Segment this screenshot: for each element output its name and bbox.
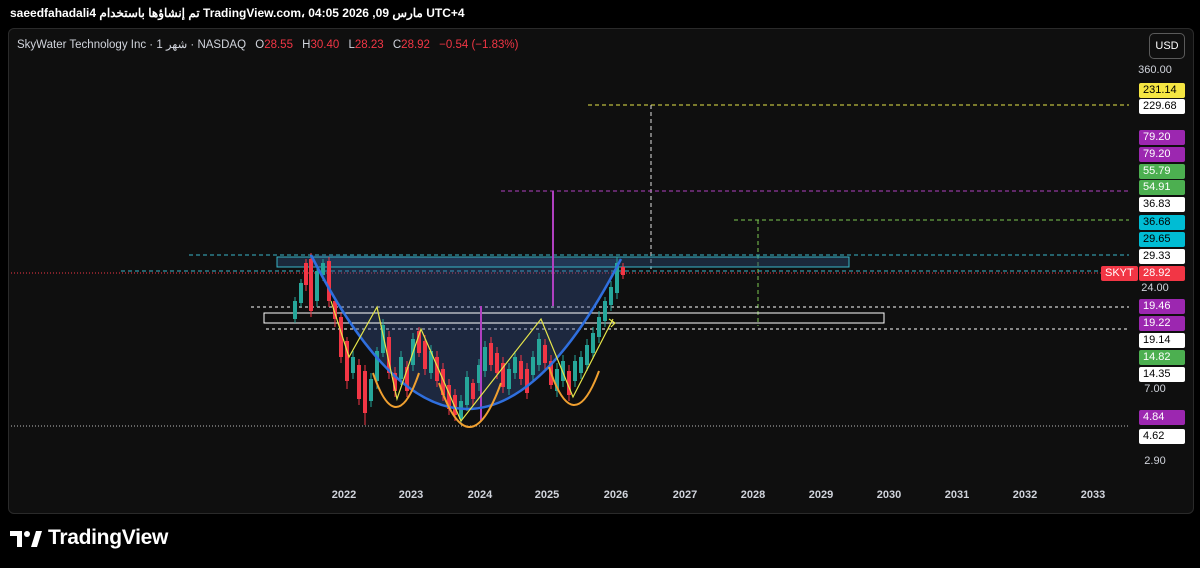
candle-body bbox=[465, 377, 469, 405]
time-axis-tick: 2027 bbox=[673, 489, 697, 501]
time-axis-tick: 2024 bbox=[468, 489, 493, 501]
candle-body bbox=[609, 287, 613, 305]
price-axis-tick: 7.00 bbox=[1144, 383, 1165, 395]
chart-canvas[interactable]: 2022 2023 2024 2025 2026 2027 2028 2029 2030 2031… bbox=[9, 29, 1193, 513]
candle-body bbox=[579, 357, 583, 373]
price-axis-label: 36.68 bbox=[1139, 215, 1185, 230]
price-axis-label: 54.91 bbox=[1139, 180, 1185, 195]
candle-body bbox=[525, 369, 529, 393]
price-axis-label: 4.84 bbox=[1139, 410, 1185, 425]
price-axis-label: 4.62 bbox=[1139, 429, 1185, 444]
open-value: 28.55 bbox=[264, 39, 293, 51]
price-axis-label: 19.22 bbox=[1139, 316, 1185, 331]
candle-body bbox=[299, 283, 303, 303]
ticker-tag: SKYT bbox=[1101, 266, 1138, 281]
symbol-title[interactable]: SkyWater Technology Inc · 1 شهر · NASDAQ bbox=[17, 39, 246, 51]
candle-body bbox=[543, 345, 547, 363]
candle-body bbox=[423, 341, 427, 369]
time-axis-tick: 2028 bbox=[741, 489, 765, 501]
time-axis-tick: 2032 bbox=[1013, 489, 1037, 501]
candle-body bbox=[309, 259, 313, 311]
time-axis-tick: 2022 bbox=[332, 489, 356, 501]
close-value: 28.92 bbox=[401, 39, 430, 51]
candle-body bbox=[561, 361, 565, 381]
resistance-zone bbox=[276, 256, 850, 268]
candle-body bbox=[369, 379, 373, 401]
candle-body bbox=[573, 361, 577, 381]
price-axis-label: 29.33 bbox=[1139, 249, 1185, 264]
candle-body bbox=[357, 365, 361, 399]
candle-body bbox=[399, 357, 403, 379]
price-axis-label: 14.35 bbox=[1139, 367, 1185, 382]
currency-button[interactable]: USD bbox=[1149, 33, 1185, 59]
candle-body bbox=[621, 267, 625, 275]
price-axis-tick: 2.90 bbox=[1144, 455, 1165, 467]
price-axis-label: 79.20 bbox=[1139, 130, 1185, 145]
candle-body bbox=[489, 343, 493, 365]
candle-body bbox=[597, 317, 601, 337]
price-axis-tick: 360.00 bbox=[1138, 64, 1172, 76]
time-axis-tick: 2031 bbox=[945, 489, 969, 501]
candle-body bbox=[293, 301, 297, 319]
candle-body bbox=[495, 353, 499, 373]
price-axis-label: 29.65 bbox=[1139, 232, 1185, 247]
candle-body bbox=[471, 383, 475, 399]
time-axis-tick: 2025 bbox=[535, 489, 559, 501]
tradingview-logo-icon bbox=[10, 531, 42, 547]
price-axis-label: 231.14 bbox=[1139, 83, 1185, 98]
price-axis-label: 14.82 bbox=[1139, 350, 1185, 365]
candle-body bbox=[513, 357, 517, 373]
candle-body bbox=[483, 347, 487, 371]
time-axis-tick: 2030 bbox=[877, 489, 901, 501]
close-label: C bbox=[392, 39, 402, 51]
brand-wordmark: TradingView bbox=[48, 526, 169, 549]
chart-panel[interactable]: 2022 2023 2024 2025 2026 2027 2028 2029 2030 2031… bbox=[8, 28, 1194, 514]
candle-body bbox=[507, 369, 511, 389]
open-label: O bbox=[255, 39, 265, 51]
price-axis-label: 229.68 bbox=[1139, 99, 1185, 114]
candle-body bbox=[603, 301, 607, 321]
candle-body bbox=[315, 271, 319, 301]
price-axis-label: 79.20 bbox=[1139, 147, 1185, 162]
change-value: −0.54 (−1.83%) bbox=[439, 39, 519, 51]
candle-body bbox=[537, 339, 541, 365]
snapshot-caption: saeedfahadali4 تم إنشاؤها باستخدام Tradi… bbox=[10, 6, 465, 20]
price-axis-label: 36.83 bbox=[1139, 197, 1185, 212]
candle-body bbox=[585, 345, 589, 365]
low-value: 28.23 bbox=[354, 39, 384, 51]
high-value: 30.40 bbox=[310, 39, 340, 51]
candle-body bbox=[327, 261, 331, 301]
candle-body bbox=[591, 333, 595, 353]
time-axis-tick: 2033 bbox=[1081, 489, 1105, 501]
candle-body bbox=[304, 263, 308, 285]
price-axis-label: 19.46 bbox=[1139, 299, 1185, 314]
time-axis-tick: 2026 bbox=[604, 489, 628, 501]
candle-body bbox=[531, 357, 535, 375]
time-axis-tick: 2023 bbox=[399, 489, 423, 501]
price-axis-label: 28.92 bbox=[1139, 266, 1185, 281]
top-bar: saeedfahadali4 تم إنشاؤها باستخدام Tradi… bbox=[0, 0, 1200, 26]
symbol-legend: SkyWater Technology Inc · 1 شهر · NASDAQ… bbox=[17, 37, 518, 51]
time-axis-tick: 2029 bbox=[809, 489, 833, 501]
candle-body bbox=[363, 371, 367, 413]
candle-body bbox=[351, 357, 355, 373]
candle-body bbox=[519, 361, 523, 379]
price-axis-label: 19.14 bbox=[1139, 333, 1185, 348]
price-axis-tick: 24.00 bbox=[1141, 282, 1169, 294]
price-axis-label: 55.79 bbox=[1139, 164, 1185, 179]
